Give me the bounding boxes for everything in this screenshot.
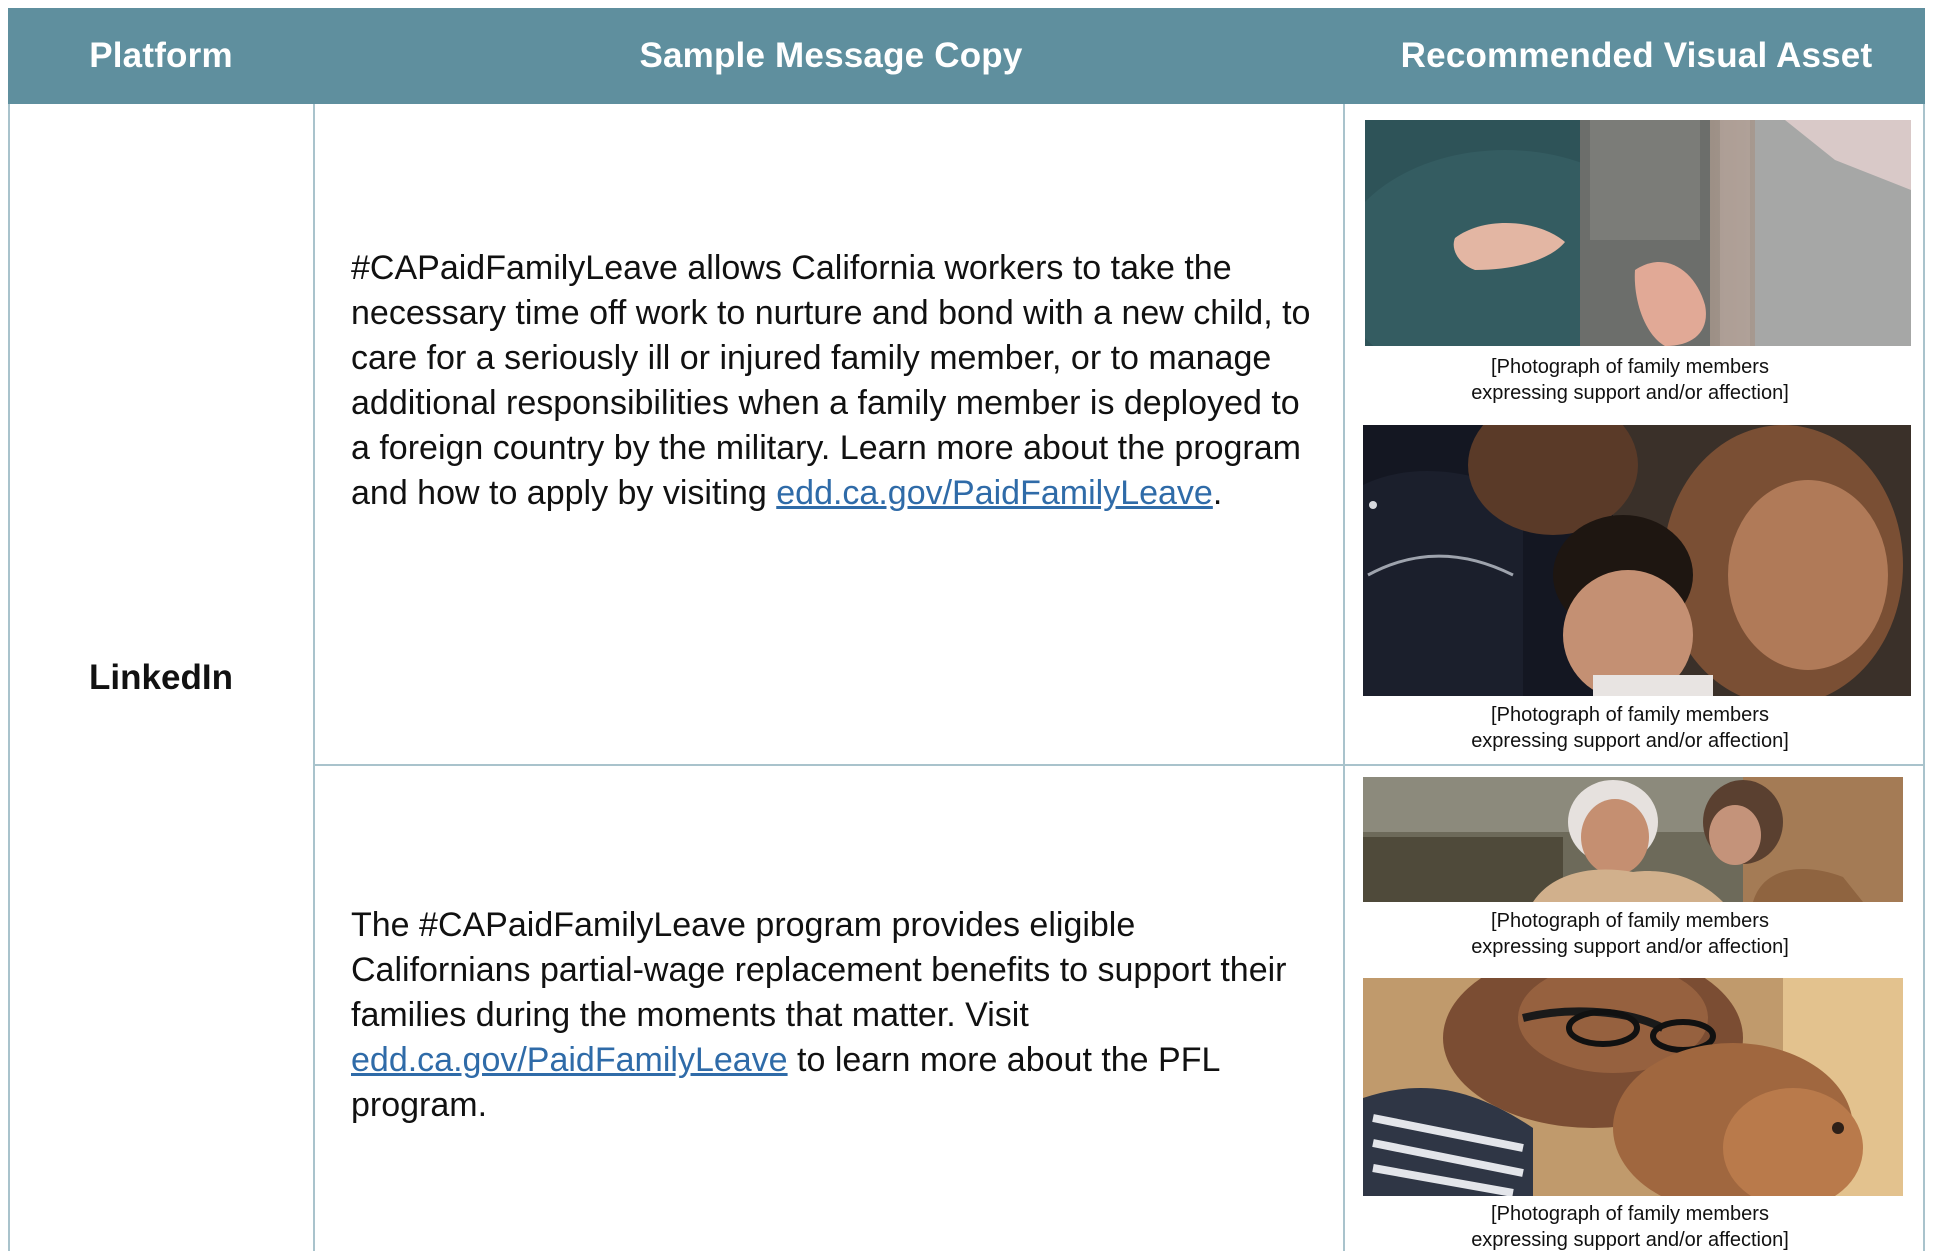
header-recommended-visual-asset: Recommended Visual Asset <box>1400 36 1873 75</box>
row-2-caption-1: [Photograph of family members expressing… <box>1471 910 1789 958</box>
row-2-caption-2: [Photograph of family members expressing… <box>1471 1203 1789 1251</box>
photo-pregnant-couple <box>1365 120 1911 346</box>
photo-sailor-family <box>1363 425 1911 696</box>
photo-grandmother-daughter-image <box>1363 777 1903 902</box>
row-1-caption-1: [Photograph of family members expressing… <box>1471 356 1789 404</box>
row-2-copy-text: The #CAPaidFamilyLeave program provides … <box>351 906 1287 1034</box>
row-2-edd-link[interactable]: edd.ca.gov/PaidFamilyLeave <box>351 1041 788 1079</box>
message-table: Platform Sample Message Copy Recommended… <box>8 8 1925 1251</box>
table-header: Platform Sample Message Copy Recommended… <box>8 8 1925 104</box>
photo-pregnant-couple-image <box>1365 120 1911 346</box>
row-1-message-copy: #CAPaidFamilyLeave allows California wor… <box>351 246 1311 516</box>
platform-linkedin: LinkedIn <box>89 657 233 697</box>
header-sample-message-copy: Sample Message Copy <box>639 36 1023 75</box>
photo-mother-child <box>1363 978 1903 1196</box>
column-divider-copy <box>1343 104 1345 1251</box>
row-1-copy-end: . <box>1212 474 1223 512</box>
row-2-message-copy: The #CAPaidFamilyLeave program provides … <box>351 903 1311 1128</box>
row-1-edd-link[interactable]: edd.ca.gov/PaidFamilyLeave <box>776 474 1213 512</box>
row-1-copy-text: #CAPaidFamilyLeave allows California wor… <box>351 249 1311 512</box>
table-border-right <box>1923 104 1925 1251</box>
header-platform: Platform <box>89 36 233 75</box>
photo-mother-child-image <box>1363 978 1903 1196</box>
row-divider <box>313 764 1925 766</box>
row-1-caption-2: [Photograph of family members expressing… <box>1471 704 1789 752</box>
photo-sailor-family-image <box>1363 425 1911 696</box>
photo-grandmother-daughter <box>1363 777 1903 902</box>
